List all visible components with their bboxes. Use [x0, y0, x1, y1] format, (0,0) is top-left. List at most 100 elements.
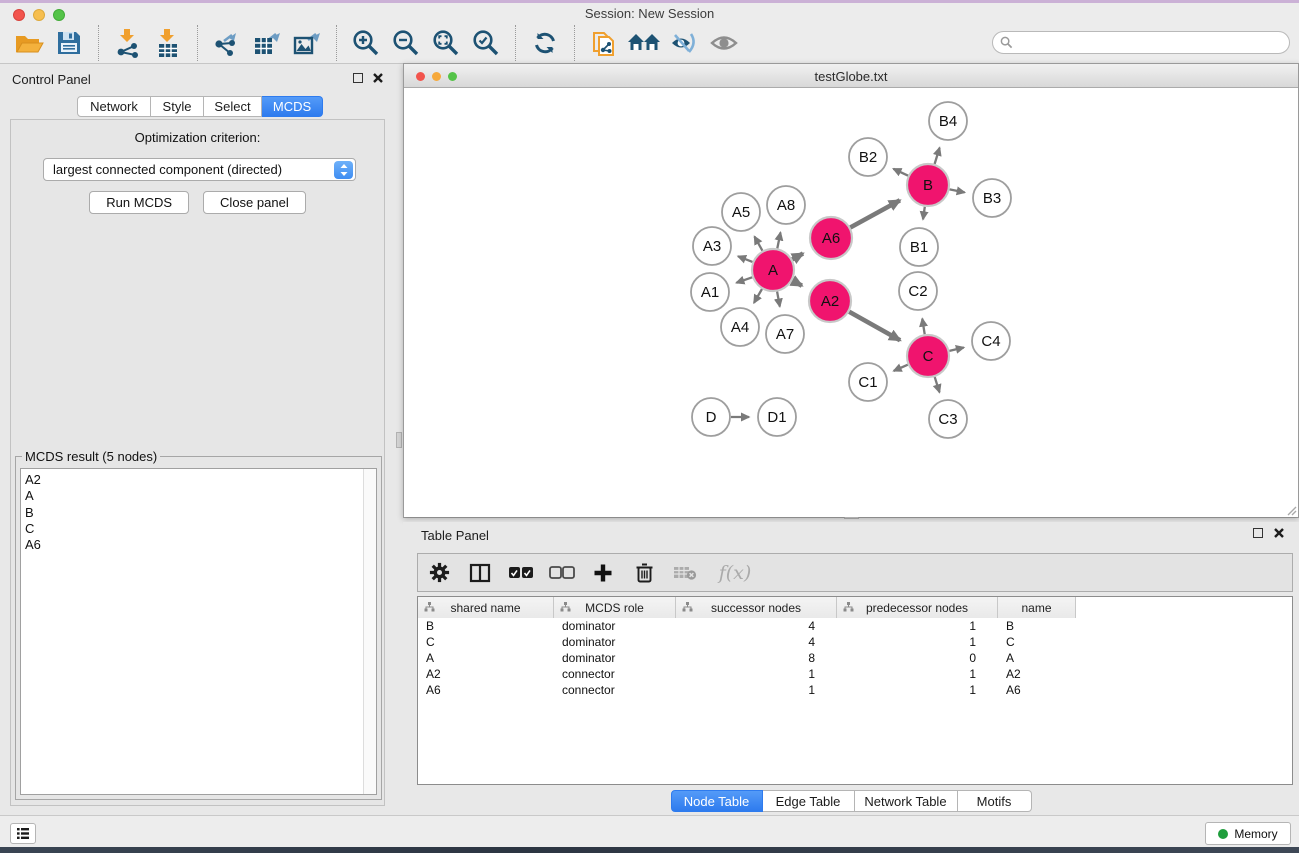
node-A1[interactable]: A1 [691, 273, 729, 311]
show-columns-button[interactable] [467, 559, 493, 587]
table-cell[interactable]: 1 [676, 666, 837, 682]
table-cell[interactable]: 1 [837, 682, 998, 698]
delete-table-button[interactable] [672, 559, 698, 587]
save-session-button[interactable] [49, 26, 89, 60]
table-cell[interactable]: 1 [837, 618, 998, 634]
node-B1[interactable]: B1 [900, 228, 938, 266]
edge-B-B4[interactable] [935, 148, 940, 164]
table-cell[interactable]: A2 [418, 666, 554, 682]
float-table-panel-icon[interactable] [1253, 528, 1263, 538]
node-A7[interactable]: A7 [766, 315, 804, 353]
column-header-predecessor-nodes[interactable]: predecessor nodes [837, 597, 998, 618]
window-resize-grip[interactable] [1285, 504, 1297, 516]
tab-edge-table[interactable]: Edge Table [763, 790, 855, 812]
search-input[interactable] [1017, 36, 1289, 50]
node-C2[interactable]: C2 [899, 272, 937, 310]
edge-A6-B[interactable] [850, 200, 900, 227]
edge-A-A3[interactable] [738, 256, 752, 262]
import-network-button[interactable] [108, 26, 148, 60]
column-header-MCDS-role[interactable]: MCDS role [554, 597, 676, 618]
select-all-checkboxes-button[interactable] [508, 559, 534, 587]
table-cell[interactable]: dominator [554, 650, 676, 666]
node-C[interactable]: C [907, 335, 949, 377]
table-row[interactable]: A2connector11A2 [418, 666, 1292, 682]
close-panel-button[interactable]: Close panel [203, 191, 306, 214]
table-cell[interactable]: B [998, 618, 1076, 634]
unselect-all-checkboxes-button[interactable] [549, 559, 575, 587]
tab-select[interactable]: Select [204, 96, 262, 117]
tab-style[interactable]: Style [151, 96, 204, 117]
table-cell[interactable]: dominator [554, 618, 676, 634]
edge-A-A7[interactable] [777, 292, 780, 307]
node-B4[interactable]: B4 [929, 102, 967, 140]
export-network-button[interactable] [207, 26, 247, 60]
mcds-result-item[interactable]: A6 [25, 537, 41, 553]
node-A3[interactable]: A3 [693, 227, 731, 265]
node-A8[interactable]: A8 [767, 186, 805, 224]
table-settings-button[interactable] [426, 559, 452, 587]
table-cell[interactable]: A2 [998, 666, 1076, 682]
edge-C-C1[interactable] [894, 365, 908, 371]
apply-preferred-layout-button[interactable] [624, 26, 664, 60]
node-B2[interactable]: B2 [849, 138, 887, 176]
node-C4[interactable]: C4 [972, 322, 1010, 360]
node-A[interactable]: A [752, 249, 794, 291]
mcds-list-scrollbar[interactable] [363, 469, 376, 794]
open-session-button[interactable] [9, 26, 49, 60]
edge-B-B1[interactable] [923, 207, 925, 220]
edge-B-B3[interactable] [950, 189, 965, 192]
table-cell[interactable]: 0 [837, 650, 998, 666]
tab-network-table[interactable]: Network Table [855, 790, 958, 812]
add-column-button[interactable] [590, 559, 616, 587]
function-builder-button[interactable]: f(x) [713, 559, 757, 587]
mcds-result-item[interactable]: A [25, 488, 41, 504]
criterion-dropdown[interactable]: largest connected component (directed) [43, 158, 356, 181]
edge-A2-C[interactable] [849, 312, 900, 341]
table-row[interactable]: Bdominator41B [418, 618, 1292, 634]
node-B[interactable]: B [907, 164, 949, 206]
table-cell[interactable]: C [998, 634, 1076, 650]
table-cell[interactable]: dominator [554, 634, 676, 650]
edge-C-C4[interactable] [949, 348, 963, 351]
table-cell[interactable]: 1 [837, 666, 998, 682]
edge-A-A1[interactable] [736, 277, 752, 283]
node-A6[interactable]: A6 [810, 217, 852, 259]
close-panel-icon[interactable] [372, 72, 384, 84]
column-header-name[interactable]: name [998, 597, 1076, 618]
table-cell[interactable]: 1 [676, 682, 837, 698]
float-panel-icon[interactable] [353, 73, 363, 83]
table-cell[interactable]: 4 [676, 618, 837, 634]
node-B3[interactable]: B3 [973, 179, 1011, 217]
edge-C-C2[interactable] [922, 319, 924, 335]
tab-node-table[interactable]: Node Table [671, 790, 763, 812]
edge-A-A6[interactable] [792, 254, 803, 260]
mcds-result-item[interactable]: B [25, 505, 41, 521]
edge-B-B2[interactable] [893, 169, 908, 176]
export-image-button[interactable] [287, 26, 327, 60]
table-cell[interactable]: 8 [676, 650, 837, 666]
toolbar-search-field[interactable] [992, 31, 1290, 54]
node-A4[interactable]: A4 [721, 308, 759, 346]
table-cell[interactable]: 1 [837, 634, 998, 650]
tab-network[interactable]: Network [77, 96, 151, 117]
edge-C-C3[interactable] [935, 377, 940, 392]
table-cell[interactable]: A [418, 650, 554, 666]
zoom-fit-button[interactable] [426, 26, 466, 60]
zoom-in-button[interactable] [346, 26, 386, 60]
table-cell[interactable]: connector [554, 666, 676, 682]
table-cell[interactable]: 4 [676, 634, 837, 650]
table-cell[interactable]: A6 [418, 682, 554, 698]
tab-motifs[interactable]: Motifs [958, 790, 1032, 812]
tab-mcds[interactable]: MCDS [262, 96, 323, 117]
edge-A-A4[interactable] [754, 289, 762, 303]
node-A2[interactable]: A2 [809, 280, 851, 322]
network-window-titlebar[interactable]: testGlobe.txt [404, 64, 1298, 88]
node-A5[interactable]: A5 [722, 193, 760, 231]
node-D[interactable]: D [692, 398, 730, 436]
node-C3[interactable]: C3 [929, 400, 967, 438]
table-cell[interactable]: C [418, 634, 554, 650]
clone-network-button[interactable] [584, 26, 624, 60]
table-cell[interactable]: connector [554, 682, 676, 698]
node-D1[interactable]: D1 [758, 398, 796, 436]
zoom-out-button[interactable] [386, 26, 426, 60]
